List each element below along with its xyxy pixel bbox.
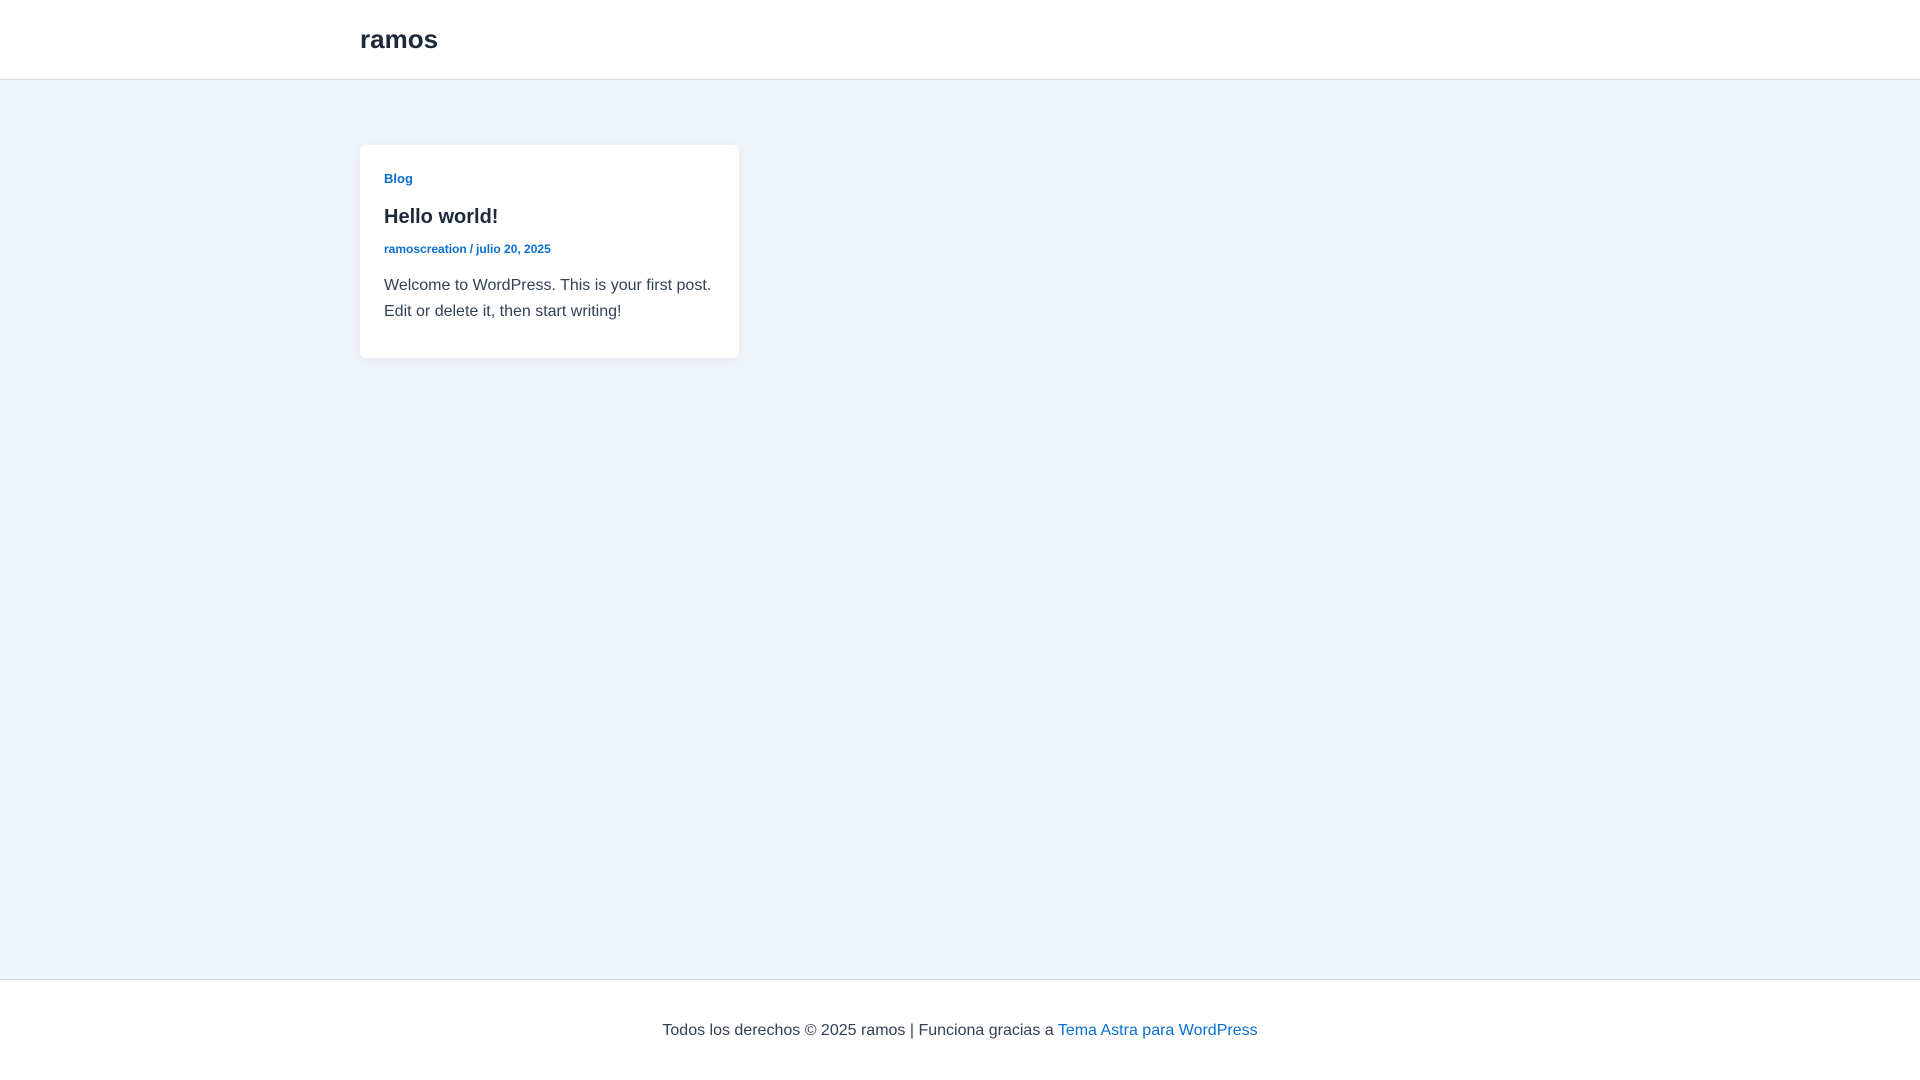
post-meta-separator: /: [469, 242, 474, 256]
post-meta: ramoscreation / julio 20, 2025: [384, 242, 715, 256]
site-title-link[interactable]: ramos: [360, 22, 438, 56]
post-author-link[interactable]: ramoscreation: [384, 242, 467, 256]
post-card: Blog Hello world! ramoscreation / julio 20…: [360, 145, 739, 358]
footer-copyright: Todos los derechos © 2025 ramos | Funcio…: [0, 1021, 1920, 1041]
post-title-link[interactable]: Hello world!: [384, 205, 715, 229]
site-footer: Todos los derechos © 2025 ramos | Funcio…: [0, 979, 1920, 1080]
footer-theme-link[interactable]: Tema Astra para WordPress: [1058, 1022, 1258, 1039]
post-category-link[interactable]: Blog: [384, 172, 715, 186]
site-header: ramos: [0, 0, 1920, 80]
post-date-link[interactable]: julio 20, 2025: [476, 242, 551, 256]
footer-copyright-text: Todos los derechos © 2025 ramos | Funcio…: [662, 1022, 1058, 1039]
post-excerpt: Welcome to WordPress. This is your first…: [384, 277, 712, 320]
